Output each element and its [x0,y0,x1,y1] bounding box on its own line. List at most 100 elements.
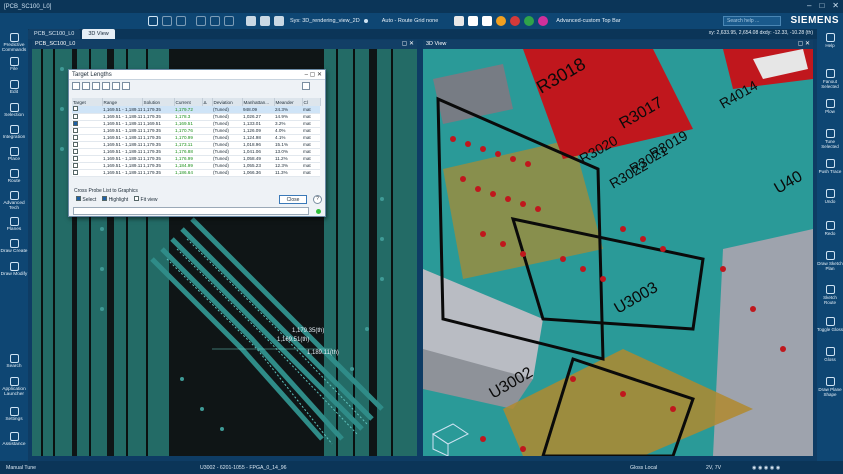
column-header[interactable]: Manhattan... [242,98,275,106]
filter-icon[interactable] [196,16,206,26]
sidebar-item-draw-modify[interactable]: Draw Modify [0,262,28,277]
status-icons[interactable]: ◉ ◉ ◉ ◉ ◉ [752,465,780,471]
dialog-message-field[interactable] [73,207,309,215]
sidebar-item-advanced-tech[interactable]: Advanced Tech [0,191,28,211]
rightbar-item-redo[interactable]: Redo [817,221,843,236]
red-circle-icon[interactable] [510,16,521,26]
export-icon[interactable] [102,81,110,90]
target-checkbox[interactable] [73,162,78,168]
undo-icon[interactable] [162,16,172,26]
sidebar-item-planes[interactable]: Planes [0,217,28,232]
auto-tune-icon[interactable] [92,81,100,90]
target-checkbox[interactable] [73,106,78,112]
sidebar-item-app-launcher[interactable]: Application Launcher [0,377,28,397]
sidebar-item-search[interactable]: Search [0,354,28,369]
print-icon[interactable] [112,81,120,90]
unlock-icon[interactable] [224,16,234,26]
display-icon[interactable] [260,16,270,26]
target-checkbox[interactable] [73,155,78,161]
table-row[interactable]: 1,169.51 - 1,189.11 1,169.51 1,169.51 (Tune… [72,120,320,128]
rightbar-item-push-trace[interactable]: Push Trace [817,159,843,174]
view-select[interactable]: Sys: 3D_rendering_view_2D [290,18,360,24]
pink-circle-icon[interactable] [538,16,549,26]
column-header[interactable]: Δ [202,98,213,106]
save-icon[interactable] [148,16,158,26]
sidebar-item-draw-create[interactable]: Draw Create [0,239,28,254]
fit-view-checkbox[interactable] [134,196,140,201]
refresh-icon[interactable] [72,81,80,90]
target-checkbox[interactable] [73,120,78,126]
table-row[interactable]: 1,169.51 - 1,189.11 1,179.35 1,173.11 (Tune… [72,141,320,149]
select-option[interactable]: Select [76,196,96,203]
target-cell[interactable] [72,169,102,177]
target-cell[interactable] [72,106,102,114]
orange-circle-icon[interactable] [496,16,507,26]
column-header[interactable]: Cl [302,98,321,106]
target-checkbox[interactable] [73,113,78,119]
check-icon[interactable] [468,16,479,26]
target-cell[interactable] [72,155,102,163]
select-checkbox[interactable] [76,196,81,201]
rightbar-item-tune[interactable]: Tune Selected [817,129,843,149]
target-checkbox[interactable] [73,148,78,154]
redo-icon[interactable] [176,16,186,26]
target-checkbox[interactable] [73,169,78,175]
target-checkbox[interactable] [73,127,78,133]
sidebar-item-predictive[interactable]: Predictive Commands [0,33,28,53]
report-icon[interactable] [122,81,130,90]
rightbar-item-undo[interactable]: Undo [817,189,843,204]
rightbar-item-plane-shape[interactable]: Draw Plane Shape [817,377,843,397]
table-row[interactable]: 1,169.51 - 1,189.11 1,179.35 1,176.88 (Tune… [72,148,320,156]
sidebar-item-selection[interactable]: Selection [0,103,28,118]
rightbar-item-plow[interactable]: Plow [817,99,843,114]
close-button[interactable]: Close [279,195,307,204]
rules-icon[interactable] [274,16,284,26]
layers-icon[interactable] [246,16,256,26]
target-cell[interactable] [72,113,102,121]
column-header[interactable]: Target [72,98,103,106]
column-header[interactable]: Range [102,98,143,106]
tools-icon[interactable] [482,16,493,26]
top-bar-select[interactable]: Advanced-custom Top Bar [556,18,620,24]
view-3d-pane[interactable]: 3D View ▢ ✕ R3018 R3017 R3019 R3020 R302… [423,40,813,456]
dialog-window-controls[interactable]: – ▢ ✕ [305,71,322,78]
table-row[interactable]: 1,169.51 - 1,189.11 1,179.35 1,186.64 (Tune… [72,169,320,177]
column-header[interactable]: Meander [274,98,303,106]
target-cell[interactable] [72,120,102,128]
target-checkbox[interactable] [73,141,78,147]
lock-icon[interactable] [210,16,220,26]
target-cell[interactable] [72,162,102,170]
highlight-checkbox[interactable] [102,196,108,201]
sidebar-item-settings[interactable]: Settings [0,407,28,422]
pane-controls[interactable]: ▢ ✕ [402,40,414,49]
help-icon[interactable]: ? [313,195,322,204]
sidebar-item-integration[interactable]: Integration [0,125,28,140]
target-checkbox[interactable] [73,134,78,140]
table-row[interactable]: 1,169.51 - 1,189.11 1,179.35 1,184.99 (Tune… [72,162,320,170]
pane-controls-3d[interactable]: ▢ ✕ [798,40,810,49]
column-header[interactable]: Solution [142,98,175,106]
table-row[interactable]: 1,169.51 - 1,189.11 1,179.35 1,170.76 (Tune… [72,127,320,135]
drc-icon[interactable] [454,16,465,26]
table-row[interactable]: 1,169.51 - 1,189.11 1,179.35 1,176.99 (Tune… [72,155,320,163]
tab-3d-view[interactable]: 3D View [82,29,115,39]
chevron-down-icon[interactable] [363,19,368,23]
table-row[interactable]: 1,169.51 - 1,189.11 1,179.35 1,170.99 (Tune… [72,134,320,142]
tab-pcb[interactable]: PCB_SC100_L0 [28,29,81,39]
rightbar-item-sketch-plan[interactable]: Draw Sketch Plan [817,251,843,271]
sidebar-item-route[interactable]: Route [0,169,28,184]
column-header[interactable]: Deviation [212,98,243,106]
pcb-3d-canvas[interactable]: R3018 R3017 R3019 R3020 R3021 R3022 R401… [423,49,813,456]
sidebar-item-edit[interactable]: Edit [0,80,28,95]
target-cell[interactable] [72,127,102,135]
table-row[interactable]: 1,169.51 - 1,189.11 1,179.35 1,179.72 (Tune… [72,106,320,114]
filter-list-icon[interactable] [82,81,90,90]
rightbar-item-toggle-gloss[interactable]: Toggle Gloss [817,317,843,332]
rightbar-item-fanout[interactable]: Fanout Selected [817,69,843,89]
rightbar-item-gloss[interactable]: Gloss [817,347,843,362]
green-circle-icon[interactable] [524,16,535,26]
close-window-button[interactable]: ✕ [832,1,839,10]
sidebar-item-file[interactable]: File [0,57,28,72]
sidebar-item-place[interactable]: Place [0,147,28,162]
route-grid-select[interactable]: Auto - Route Grid none [382,18,439,24]
